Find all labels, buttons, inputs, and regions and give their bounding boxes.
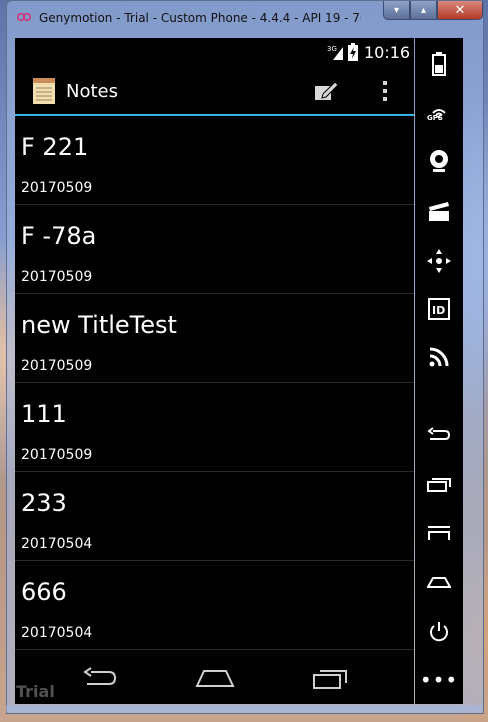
note-title: F 221 xyxy=(21,133,89,161)
device-id-widget[interactable]: ID xyxy=(425,295,453,323)
device-id-icon: ID xyxy=(428,298,450,320)
genymotion-logo-icon xyxy=(17,12,31,22)
device-id-label: ID xyxy=(432,304,445,317)
maximize-button[interactable]: ▴ xyxy=(410,1,437,20)
note-date: 20170504 xyxy=(21,625,93,641)
navigation-bar xyxy=(15,656,414,704)
notes-list: F 221 20170509 F -78a 20170509 new Title… xyxy=(15,116,414,650)
nav-back-icon[interactable] xyxy=(81,666,119,690)
recent-apps-widget[interactable] xyxy=(425,470,453,498)
menu-icon xyxy=(428,526,450,540)
note-item[interactable]: 233 20170504 xyxy=(15,472,414,561)
nav-recent-apps-icon[interactable] xyxy=(312,666,350,690)
dpad-widget[interactable] xyxy=(425,247,453,275)
window-bottom-border xyxy=(6,705,482,712)
note-item[interactable]: 111 20170509 xyxy=(15,383,414,472)
note-item[interactable]: 666 20170504 xyxy=(15,561,414,650)
notepad-app-icon[interactable] xyxy=(33,78,55,104)
rss-widget[interactable] xyxy=(425,343,453,371)
window-title: Genymotion - Trial - Custom Phone - 4.4.… xyxy=(39,11,361,25)
action-bar: Notes xyxy=(15,66,414,116)
emulator-toolbar: GPS ID ••• xyxy=(415,38,463,704)
note-title: new TitleTest xyxy=(21,311,177,339)
note-date: 20170504 xyxy=(21,536,93,552)
more-options-icon: ••• xyxy=(419,668,459,692)
battery-icon xyxy=(432,52,446,76)
note-title: 111 xyxy=(21,400,67,428)
window-controls: ▾ ▴ ✕ xyxy=(383,1,483,20)
signal-3g-icon: 3G xyxy=(327,45,343,60)
note-date: 20170509 xyxy=(21,180,93,196)
note-item[interactable]: new TitleTest 20170509 xyxy=(15,294,414,383)
status-time: 10:16 xyxy=(364,43,411,62)
battery-charging-icon xyxy=(348,43,358,61)
webcam-widget[interactable] xyxy=(425,147,453,175)
note-item[interactable]: F -78a 20170509 xyxy=(15,205,414,294)
screencast-widget[interactable] xyxy=(425,197,453,225)
gps-label: GPS xyxy=(427,114,443,122)
note-date: 20170509 xyxy=(21,269,93,285)
power-widget[interactable] xyxy=(425,618,453,646)
home-icon xyxy=(427,577,451,588)
app-title: Notes xyxy=(66,81,118,102)
status-bar: 3G 10:16 xyxy=(15,38,414,66)
minimize-button[interactable]: ▾ xyxy=(383,1,410,20)
network-type-label: 3G xyxy=(327,45,337,53)
device-screen[interactable]: 3G 10:16 Notes F 221 20170509 F -78a 201… xyxy=(15,38,414,704)
dpad-icon xyxy=(427,249,451,273)
power-icon xyxy=(430,622,448,642)
recent-apps-icon xyxy=(427,478,451,492)
clapperboard-icon xyxy=(429,202,449,221)
gps-widget[interactable]: GPS xyxy=(425,98,453,126)
rss-icon xyxy=(429,347,449,367)
nav-home-icon[interactable] xyxy=(194,666,236,690)
note-title: 233 xyxy=(21,489,67,517)
note-date: 20170509 xyxy=(21,447,93,463)
back-arrow-icon xyxy=(427,427,451,440)
home-widget[interactable] xyxy=(425,568,453,596)
more-widget[interactable]: ••• xyxy=(420,666,457,694)
menu-widget[interactable] xyxy=(425,518,453,546)
compose-note-icon[interactable] xyxy=(313,78,339,104)
note-title: F -78a xyxy=(21,222,97,250)
battery-widget[interactable] xyxy=(425,50,453,78)
webcam-icon xyxy=(430,150,448,172)
overflow-menu-icon[interactable] xyxy=(375,76,395,106)
note-item[interactable]: F 221 20170509 xyxy=(15,116,414,205)
note-title: 666 xyxy=(21,578,67,606)
back-widget[interactable] xyxy=(425,420,453,448)
window-titlebar[interactable]: Genymotion - Trial - Custom Phone - 4.4.… xyxy=(7,1,483,37)
close-button[interactable]: ✕ xyxy=(437,1,483,20)
trial-watermark: Trial xyxy=(16,682,55,701)
note-date: 20170509 xyxy=(21,358,93,374)
